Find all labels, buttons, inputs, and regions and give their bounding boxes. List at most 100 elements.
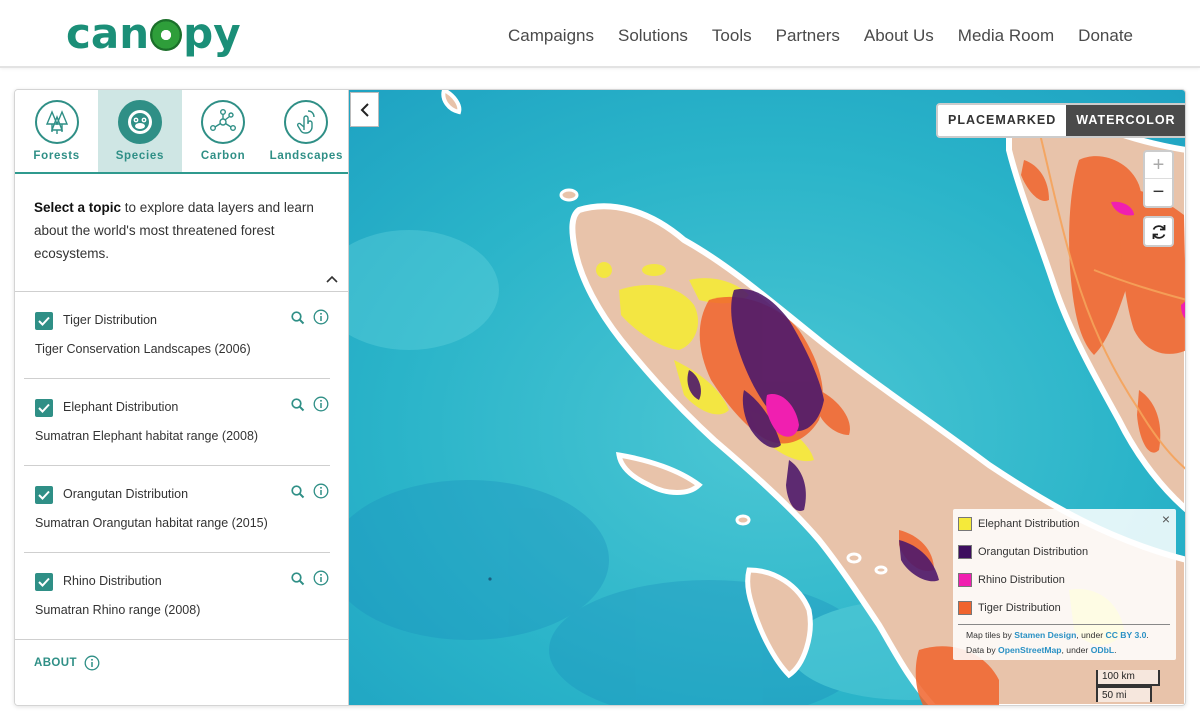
- tab-forests[interactable]: Forests: [15, 90, 98, 172]
- stamen-design-link[interactable]: Stamen Design: [1014, 630, 1076, 640]
- legend-swatch: [958, 517, 972, 531]
- reset-view-button[interactable]: [1143, 216, 1174, 247]
- layer-info-icon[interactable]: [313, 309, 329, 325]
- zoom-to-layer-search-icon[interactable]: [290, 484, 306, 500]
- map-view[interactable]: PLACEMARKED WATERCOLOR + − × Elephant Di…: [349, 90, 1185, 705]
- layer-orangutan-subtitle: Sumatran Orangutan habitat range (2015): [35, 516, 268, 530]
- attr-text: Map tiles by: [966, 630, 1015, 640]
- basemap-switcher: PLACEMARKED WATERCOLOR: [936, 103, 1185, 138]
- about-section: ABOUT: [15, 639, 349, 705]
- cc-by-link[interactable]: CC BY 3.0: [1106, 630, 1147, 640]
- zoom-to-layer-search-icon[interactable]: [290, 397, 306, 413]
- layer-elephant-title: Elephant Distribution: [63, 400, 179, 414]
- collapse-intro-button[interactable]: [323, 270, 341, 288]
- zoom-to-layer-search-icon[interactable]: [290, 571, 306, 587]
- chevron-up-icon: [326, 275, 338, 283]
- about-link[interactable]: ABOUT: [34, 657, 77, 669]
- layer-list: Tiger Distribution Tiger Conservation La…: [15, 291, 349, 640]
- tab-carbon[interactable]: Carbon: [182, 90, 265, 172]
- canopy-logo[interactable]: can py: [66, 8, 241, 60]
- layer-elephant-subtitle: Sumatran Elephant habitat range (2008): [35, 429, 259, 443]
- legend-close-button[interactable]: ×: [1162, 511, 1170, 527]
- site-header: can py Campaigns Solutions Tools Partners…: [0, 0, 1200, 68]
- layer-tiger-subtitle: Tiger Conservation Landscapes (2006): [35, 342, 251, 356]
- nav-tools[interactable]: Tools: [712, 24, 752, 48]
- layer-tiger-title: Tiger Distribution: [63, 313, 158, 327]
- intro-text: Select a topic to explore data layers an…: [15, 174, 348, 289]
- nav-donate[interactable]: Donate: [1078, 24, 1133, 48]
- legend-label: Elephant Distribution: [978, 518, 1080, 530]
- basemap-placemarked-button[interactable]: PLACEMARKED: [938, 105, 1067, 136]
- openstreetmap-link[interactable]: OpenStreetMap: [998, 645, 1062, 655]
- chevron-left-icon: [360, 102, 369, 117]
- zoom-to-layer-search-icon[interactable]: [290, 310, 306, 326]
- layer-info-icon[interactable]: [313, 483, 329, 499]
- zoom-out-button[interactable]: −: [1145, 179, 1172, 206]
- legend-swatch: [958, 601, 972, 615]
- map-scale-bar: 100 km 50 mi: [1096, 670, 1174, 703]
- topic-tabs: Forests Species Carbon Landscapes: [15, 90, 348, 174]
- zoom-in-button[interactable]: +: [1145, 152, 1172, 179]
- layer-elephant-checkbox[interactable]: [35, 399, 53, 417]
- basemap-watercolor-button[interactable]: WATERCOLOR: [1066, 105, 1185, 136]
- check-icon: [38, 316, 50, 326]
- layer-orangutan-title: Orangutan Distribution: [63, 487, 189, 501]
- logo-wordmark: can py: [66, 9, 241, 58]
- legend-item-elephant: Elephant Distribution: [958, 517, 1080, 531]
- layer-orangutan-checkbox[interactable]: [35, 486, 53, 504]
- legend-swatch: [958, 545, 972, 559]
- sidebar-panel: Forests Species Carbon Landscapes Select…: [15, 90, 349, 705]
- scale-mi: 50 mi: [1096, 686, 1152, 702]
- main-nav: Campaigns Solutions Tools Partners About…: [484, 24, 1133, 48]
- nav-solutions[interactable]: Solutions: [618, 24, 688, 48]
- layer-rhino-title: Rhino Distribution: [63, 574, 162, 588]
- check-icon: [38, 577, 50, 587]
- check-icon: [38, 403, 50, 413]
- nav-partners[interactable]: Partners: [776, 24, 840, 48]
- nav-about-us[interactable]: About Us: [864, 24, 934, 48]
- orangutan-icon: [117, 100, 162, 144]
- tab-carbon-label: Carbon: [200, 150, 246, 162]
- legend-item-orangutan: Orangutan Distribution: [958, 545, 1088, 559]
- collapse-sidebar-button[interactable]: [350, 92, 379, 127]
- map-legend: × Elephant Distribution Orangutan Distri…: [953, 509, 1176, 660]
- legend-label: Tiger Distribution: [978, 602, 1061, 614]
- legend-label: Rhino Distribution: [978, 574, 1065, 586]
- tab-species-label: Species: [115, 150, 165, 162]
- layer-elephant: Elephant Distribution Sumatran Elephant …: [24, 379, 330, 466]
- molecule-icon: [201, 100, 246, 144]
- tab-forests-label: Forests: [33, 150, 80, 162]
- layer-info-icon[interactable]: [313, 570, 329, 586]
- zoom-control: + −: [1143, 150, 1174, 208]
- nav-media-room[interactable]: Media Room: [958, 24, 1054, 48]
- layer-rhino-subtitle: Sumatran Rhino range (2008): [35, 603, 201, 617]
- legend-item-tiger: Tiger Distribution: [958, 601, 1061, 615]
- legend-divider: [958, 624, 1170, 625]
- layer-orangutan: Orangutan Distribution Sumatran Oranguta…: [24, 466, 330, 553]
- layer-tiger: Tiger Distribution Tiger Conservation La…: [24, 292, 330, 379]
- check-icon: [38, 490, 50, 500]
- tab-landscapes[interactable]: Landscapes: [265, 90, 348, 172]
- intro-bold: Select a topic: [34, 200, 122, 215]
- hand-pointer-icon: [284, 100, 329, 144]
- attr-text: .: [1114, 645, 1117, 655]
- refresh-icon: [1152, 224, 1165, 239]
- layer-info-icon[interactable]: [313, 396, 329, 412]
- attr-text: , under: [1076, 630, 1106, 640]
- scale-km: 100 km: [1096, 670, 1160, 686]
- legend-swatch: [958, 573, 972, 587]
- layer-rhino-checkbox[interactable]: [35, 573, 53, 591]
- trees-icon: [34, 100, 79, 144]
- attr-text: , under: [1061, 645, 1091, 655]
- layer-tiger-checkbox[interactable]: [35, 312, 53, 330]
- layer-rhino: Rhino Distribution Sumatran Rhino range …: [24, 553, 330, 640]
- legend-item-rhino: Rhino Distribution: [958, 573, 1065, 587]
- tab-landscapes-label: Landscapes: [269, 150, 344, 162]
- tab-species[interactable]: Species: [98, 90, 182, 172]
- map-attribution: Map tiles by Stamen Design, under CC BY …: [966, 628, 1166, 658]
- map-app: Forests Species Carbon Landscapes Select…: [14, 89, 1186, 706]
- nav-campaigns[interactable]: Campaigns: [508, 24, 594, 48]
- logo-leaf-icon: [150, 19, 183, 51]
- odbl-link[interactable]: ODbL: [1091, 645, 1114, 655]
- about-info-icon[interactable]: [84, 655, 100, 671]
